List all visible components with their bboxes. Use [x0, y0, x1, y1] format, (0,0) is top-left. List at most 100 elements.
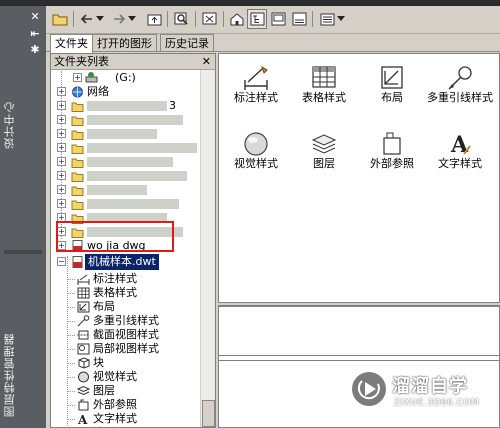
child-label: 表格样式: [93, 286, 137, 299]
views-dropdown-icon[interactable]: [335, 9, 347, 29]
tree-child-visualstyle[interactable]: 视觉样式: [51, 370, 201, 384]
tab-folders[interactable]: 文件夹: [50, 34, 93, 53]
tree-child-dimstyle[interactable]: 标注样式: [51, 272, 201, 286]
watermark-url: ZIXUE.3D66.COM: [394, 398, 480, 408]
description-icon[interactable]: [289, 9, 309, 29]
svg-text:A: A: [77, 413, 88, 425]
tree-item-blurred[interactable]: +: [51, 169, 201, 183]
tree-item-network[interactable]: + 网络: [51, 85, 201, 99]
strip-top-bar: [0, 0, 46, 6]
forward-dropdown-icon[interactable]: [126, 9, 138, 29]
close-tree-icon[interactable]: ✕: [202, 54, 211, 69]
watermark-logo: [352, 372, 386, 406]
content-item-label: 表格样式: [302, 91, 346, 104]
views-icon[interactable]: [317, 9, 337, 29]
tree-child-xref[interactable]: 外部参照: [51, 398, 201, 412]
folder-list-title: 文件夹列表: [54, 55, 109, 68]
layer-icon: [77, 385, 90, 396]
strip-separator: [4, 250, 42, 254]
network-label: 网络: [87, 85, 109, 98]
tree-item-blurred[interactable]: +: [51, 183, 201, 197]
tree-item-blurred[interactable]: +: [51, 141, 201, 155]
tab-history[interactable]: 历史记录: [160, 34, 214, 52]
tree-child-mleaderstyle[interactable]: 多重引线样式: [51, 314, 201, 328]
block-icon: [78, 357, 90, 369]
tree-item-blurred[interactable]: +: [51, 197, 201, 211]
tree-child-textstyle[interactable]: A 文字样式: [51, 412, 201, 426]
design-center-label[interactable]: 设计中心: [2, 90, 22, 160]
close-icon[interactable]: ✕: [28, 10, 42, 24]
detail-view-icon: [77, 343, 90, 355]
multileader-style-icon: [77, 315, 90, 327]
tab-open-drawings[interactable]: 打开的图形: [92, 34, 157, 52]
tree-item-blurred[interactable]: +: [51, 127, 201, 141]
content-item-xref[interactable]: 外部参照: [357, 124, 427, 182]
tree-item-selected-dwt[interactable]: − 机械样本.dwt: [51, 254, 201, 270]
layer-manager-label[interactable]: 图层特性管理器: [2, 325, 22, 425]
expand-icon[interactable]: +: [73, 73, 82, 82]
tab-strip: 文件夹 打开的图形 历史记录: [46, 34, 216, 53]
content-item-label: 文字样式: [438, 157, 482, 170]
dwt-file-icon: [72, 256, 83, 268]
svg-text:A: A: [450, 132, 469, 158]
watermark-name: 溜溜自学: [392, 376, 468, 397]
child-label: 布局: [93, 300, 115, 313]
content-item-label: 布局: [381, 91, 403, 104]
preview-icon[interactable]: [268, 9, 288, 29]
tree-child-sectionview[interactable]: 截面视图样式: [51, 328, 201, 342]
tree-child-detailview[interactable]: 局部视图样式: [51, 342, 201, 356]
watermark: 溜溜自学 ZIXUE.3D66.COM: [352, 366, 492, 416]
table-style-icon: [77, 287, 90, 299]
child-label: 块: [93, 356, 104, 369]
xref-icon: [383, 132, 401, 155]
layer-icon: [311, 134, 337, 154]
content-item-tablestyle[interactable]: 表格样式: [289, 58, 359, 116]
up-icon[interactable]: [144, 9, 164, 29]
content-item-visualstyle[interactable]: 视觉样式: [221, 124, 291, 182]
expand-icon[interactable]: +: [57, 87, 66, 96]
content-item-layer[interactable]: 图层: [289, 124, 359, 182]
tree-item-blurred[interactable]: +: [51, 113, 201, 127]
tree-item-blurred[interactable]: + 3: [51, 99, 201, 113]
tree-scrollbar[interactable]: [200, 70, 215, 427]
content-item-mleaderstyle[interactable]: 多重引线样式: [425, 58, 495, 116]
properties-icon[interactable]: ✱: [28, 43, 42, 57]
dimension-style-icon: [244, 65, 268, 90]
visual-style-icon: [244, 132, 268, 156]
search-icon[interactable]: [172, 9, 192, 29]
folder-list-header: 文件夹列表 ✕: [51, 54, 215, 70]
tree-child-layout[interactable]: 布局: [51, 300, 201, 314]
visual-style-icon: [78, 371, 89, 383]
tree-child-tablestyle[interactable]: 表格样式: [51, 286, 201, 300]
network-icon: [72, 86, 83, 98]
content-item-label: 视觉样式: [234, 157, 278, 170]
tree-item-drive-g[interactable]: + (G:): [51, 71, 201, 85]
autohide-icon[interactable]: ⇤: [28, 27, 42, 41]
content-item-textstyle[interactable]: A 文字样式: [425, 124, 495, 182]
child-label: 文字样式: [93, 412, 137, 425]
child-label: 局部视图样式: [93, 342, 159, 355]
back-dropdown-icon[interactable]: [94, 9, 106, 29]
tree-child-block[interactable]: 块: [51, 356, 201, 370]
home-icon[interactable]: [227, 9, 247, 29]
multileader-style-icon: [448, 66, 472, 90]
content-item-label: 图层: [313, 157, 335, 170]
tab-underline: [46, 51, 500, 52]
tree-view-toggle-icon[interactable]: [247, 9, 267, 29]
load-icon[interactable]: [50, 9, 70, 29]
content-item-dimstyle[interactable]: 标注样式: [221, 58, 291, 116]
tree-child-layer[interactable]: 图层: [51, 384, 201, 398]
design-center-toolbar: [46, 6, 500, 34]
tree-item-blurred[interactable]: +: [51, 155, 201, 169]
selected-file-label: 机械样本.dwt: [85, 254, 159, 270]
text-style-icon: A: [77, 413, 88, 425]
favorites-icon[interactable]: [200, 9, 220, 29]
xref-icon: [78, 399, 89, 411]
design-center-window: ✕ ⇤ ✱ 设计中心 图层特性管理器 文件夹 打开的图形 历史记录 文件夹列表 …: [0, 0, 500, 428]
section-view-icon: [77, 330, 90, 340]
content-item-layout[interactable]: 布局: [357, 58, 427, 116]
content-item-label: 外部参照: [370, 157, 414, 170]
palette-side-strip: ✕ ⇤ ✱ 设计中心 图层特性管理器: [0, 0, 46, 428]
table-style-icon: [312, 66, 336, 88]
scrollbar-thumb[interactable]: [202, 400, 215, 427]
